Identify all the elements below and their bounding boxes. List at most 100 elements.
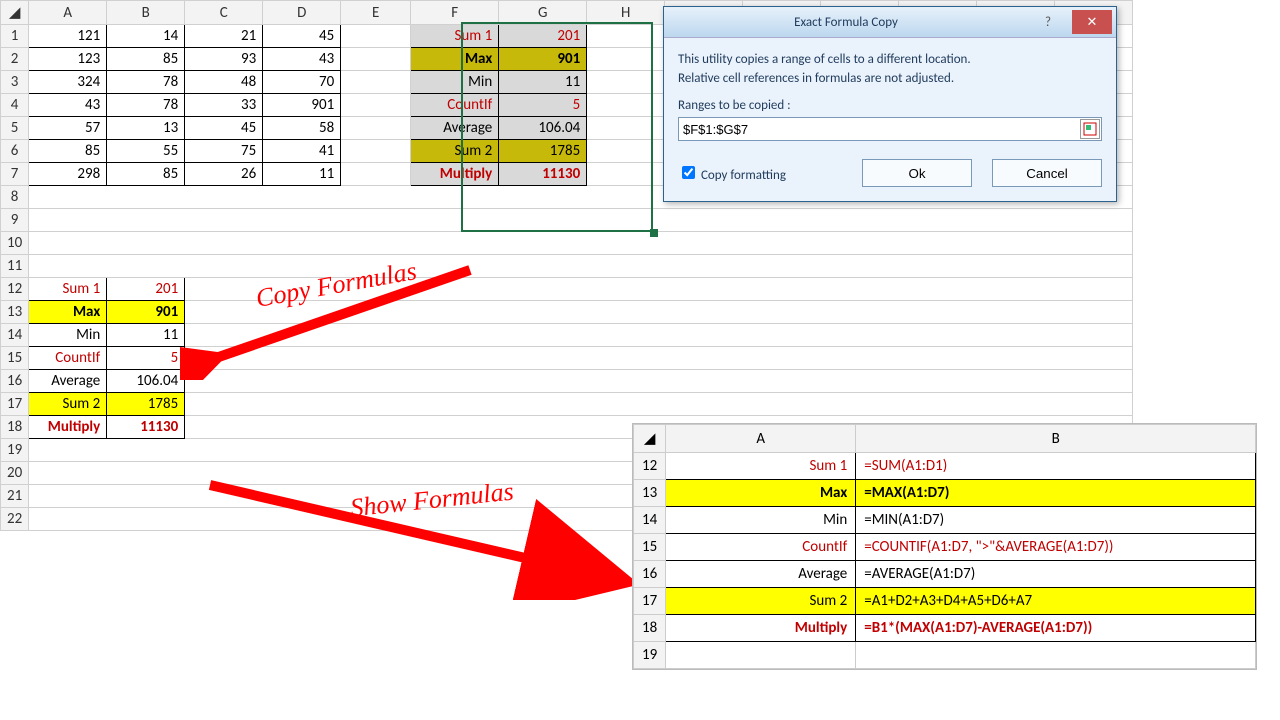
cell[interactable]: CountIf	[666, 534, 856, 561]
cell[interactable]: 85	[29, 140, 107, 163]
cell[interactable]: 13	[107, 117, 185, 140]
row-header[interactable]: 14	[634, 507, 666, 534]
cell[interactable]: 41	[263, 140, 341, 163]
col-header-A[interactable]: A	[29, 1, 107, 25]
cell[interactable]: 298	[29, 163, 107, 186]
row-header[interactable]: 8	[1, 186, 29, 209]
cell[interactable]: Average	[29, 370, 107, 393]
row-header[interactable]: 13	[1, 301, 29, 324]
row-header[interactable]: 10	[1, 232, 29, 255]
cell[interactable]: 58	[263, 117, 341, 140]
copy-formatting-input[interactable]	[682, 166, 695, 179]
cell[interactable]: 901	[107, 301, 185, 324]
cell[interactable]	[185, 370, 1133, 393]
cell[interactable]: 70	[263, 71, 341, 94]
cell[interactable]: Min	[29, 324, 107, 347]
cell[interactable]	[29, 209, 1133, 232]
row-header[interactable]: 1	[1, 25, 29, 48]
row-header[interactable]: 7	[1, 163, 29, 186]
row-header[interactable]: 17	[1, 393, 29, 416]
row-header[interactable]: 16	[1, 370, 29, 393]
cell[interactable]: CountIf	[411, 94, 499, 117]
cell[interactable]: Multiply	[666, 615, 856, 642]
row-header[interactable]: 16	[634, 561, 666, 588]
row-header[interactable]: 22	[1, 508, 29, 531]
cell[interactable]: =AVERAGE(A1:D7)	[856, 561, 1256, 588]
cell[interactable]: Multiply	[29, 416, 107, 439]
cell[interactable]: =B1*(MAX(A1:D7)-AVERAGE(A1:D7))	[856, 615, 1256, 642]
row-header[interactable]: 3	[1, 71, 29, 94]
cell[interactable]	[341, 117, 411, 140]
row-header[interactable]: 15	[634, 534, 666, 561]
cell[interactable]: Min	[666, 507, 856, 534]
cell[interactable]: 21	[185, 25, 263, 48]
col-header-B[interactable]: B	[856, 425, 1256, 453]
cell[interactable]	[341, 94, 411, 117]
cell[interactable]	[856, 642, 1256, 669]
range-picker-icon[interactable]	[1080, 119, 1100, 139]
cell[interactable]: =MAX(A1:D7)	[856, 480, 1256, 507]
cell[interactable]: 14	[107, 25, 185, 48]
row-header[interactable]: 18	[634, 615, 666, 642]
cell[interactable]: 11130	[499, 163, 587, 186]
cell[interactable]: Sum 2	[29, 393, 107, 416]
cell[interactable]: 78	[107, 94, 185, 117]
cell[interactable]: Average	[411, 117, 499, 140]
cell[interactable]	[341, 71, 411, 94]
cell[interactable]: Multiply	[411, 163, 499, 186]
selection-handle[interactable]	[650, 229, 658, 237]
cell[interactable]	[341, 140, 411, 163]
row-header[interactable]: 19	[1, 439, 29, 462]
cell[interactable]: 43	[263, 48, 341, 71]
row-header[interactable]: 5	[1, 117, 29, 140]
cell[interactable]: 901	[499, 48, 587, 71]
cell[interactable]: =MIN(A1:D7)	[856, 507, 1256, 534]
row-header[interactable]: 4	[1, 94, 29, 117]
cell[interactable]: Min	[411, 71, 499, 94]
cell[interactable]: 48	[185, 71, 263, 94]
cell[interactable]: =SUM(A1:D1)	[856, 453, 1256, 480]
cell[interactable]	[341, 25, 411, 48]
cell[interactable]: Max	[29, 301, 107, 324]
cell[interactable]: 78	[107, 71, 185, 94]
row-header[interactable]: 13	[634, 480, 666, 507]
cell[interactable]: 11130	[107, 416, 185, 439]
close-button[interactable]: ✕	[1072, 10, 1112, 34]
col-header-E[interactable]: E	[341, 1, 411, 25]
cell[interactable]: Sum 1	[411, 25, 499, 48]
cell[interactable]: 5	[499, 94, 587, 117]
cell[interactable]: Sum 1	[666, 453, 856, 480]
ok-button[interactable]: Ok	[862, 159, 972, 187]
cell[interactable]	[341, 163, 411, 186]
cell[interactable]: 106.04	[107, 370, 185, 393]
col-header-F[interactable]: F	[411, 1, 499, 25]
cell[interactable]	[587, 25, 665, 48]
cell[interactable]: 45	[263, 25, 341, 48]
cell[interactable]: 45	[185, 117, 263, 140]
cell[interactable]	[587, 94, 665, 117]
cell[interactable]: 121	[29, 25, 107, 48]
cell[interactable]: =COUNTIF(A1:D7, ">"&AVERAGE(A1:D7))	[856, 534, 1256, 561]
cell[interactable]	[185, 347, 1133, 370]
cell[interactable]: 1785	[107, 393, 185, 416]
col-header-C[interactable]: C	[185, 1, 263, 25]
cell[interactable]: =A1+D2+A3+D4+A5+D6+A7	[856, 588, 1256, 615]
select-all-corner[interactable]: ◢	[1, 1, 29, 25]
cell[interactable]: CountIf	[29, 347, 107, 370]
col-header-H[interactable]: H	[587, 1, 665, 25]
cell[interactable]: Sum 2	[411, 140, 499, 163]
cell[interactable]: Max	[411, 48, 499, 71]
cell[interactable]: 1785	[499, 140, 587, 163]
cell[interactable]: 93	[185, 48, 263, 71]
cell[interactable]	[185, 278, 1133, 301]
cell[interactable]	[185, 324, 1133, 347]
cell[interactable]: Max	[666, 480, 856, 507]
cell[interactable]: 75	[185, 140, 263, 163]
col-header-B[interactable]: B	[107, 1, 185, 25]
cell[interactable]	[587, 140, 665, 163]
select-all-corner[interactable]: ◢	[634, 425, 666, 453]
col-header-A[interactable]: A	[666, 425, 856, 453]
cell[interactable]	[666, 642, 856, 669]
cell[interactable]: 55	[107, 140, 185, 163]
row-header[interactable]: 14	[1, 324, 29, 347]
